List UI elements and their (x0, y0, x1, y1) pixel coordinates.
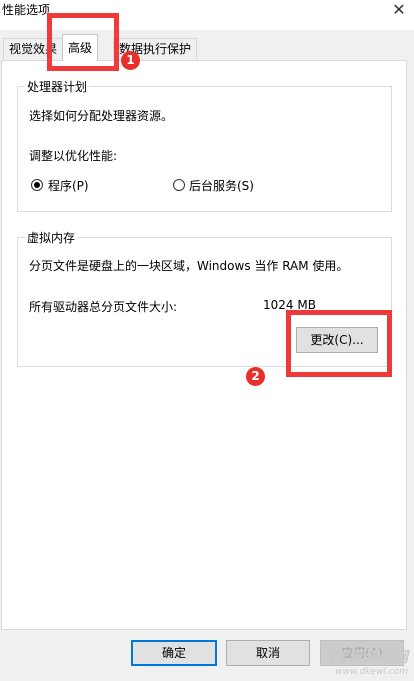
highlight-box-advanced-tab (47, 13, 119, 71)
virtual-memory-legend: 虚拟内存 (25, 229, 78, 246)
watermark-sub: www.dkewl.com (335, 667, 408, 677)
total-paging-size-label: 所有驱动器总分页文件大小: (29, 300, 178, 314)
annotation-badge-1: 1 (121, 51, 140, 70)
optimize-performance-label: 调整以优化性能: (29, 149, 118, 163)
virtual-memory-description: 分页文件是硬盘上的一块区域，Windows 当作 RAM 使用。 (29, 259, 349, 273)
ok-button[interactable]: 确定 (131, 640, 217, 666)
background-services-radio-label[interactable]: 后台服务(S) (189, 177, 254, 194)
watermark: 7T素源码网 www.dkewl.com (327, 646, 408, 677)
close-icon[interactable]: ✕ (388, 0, 410, 22)
ok-button-label: 确定 (161, 646, 186, 660)
highlight-box-change-button (286, 310, 392, 377)
processor-scheduling-legend: 处理器计划 (25, 78, 90, 95)
radio-selected-dot (34, 182, 40, 188)
annotation-badge-2: 2 (246, 367, 265, 386)
processor-description: 选择如何分配处理器资源。 (29, 109, 174, 123)
watermark-main: 7T素源码网 (327, 648, 408, 666)
background-services-radio[interactable] (173, 179, 185, 191)
programs-radio[interactable] (31, 179, 43, 191)
window-title: 性能选项 (2, 3, 51, 17)
cancel-button-label: 取消 (255, 646, 280, 660)
cancel-button[interactable]: 取消 (226, 640, 310, 666)
programs-radio-label[interactable]: 程序(P) (48, 177, 89, 194)
